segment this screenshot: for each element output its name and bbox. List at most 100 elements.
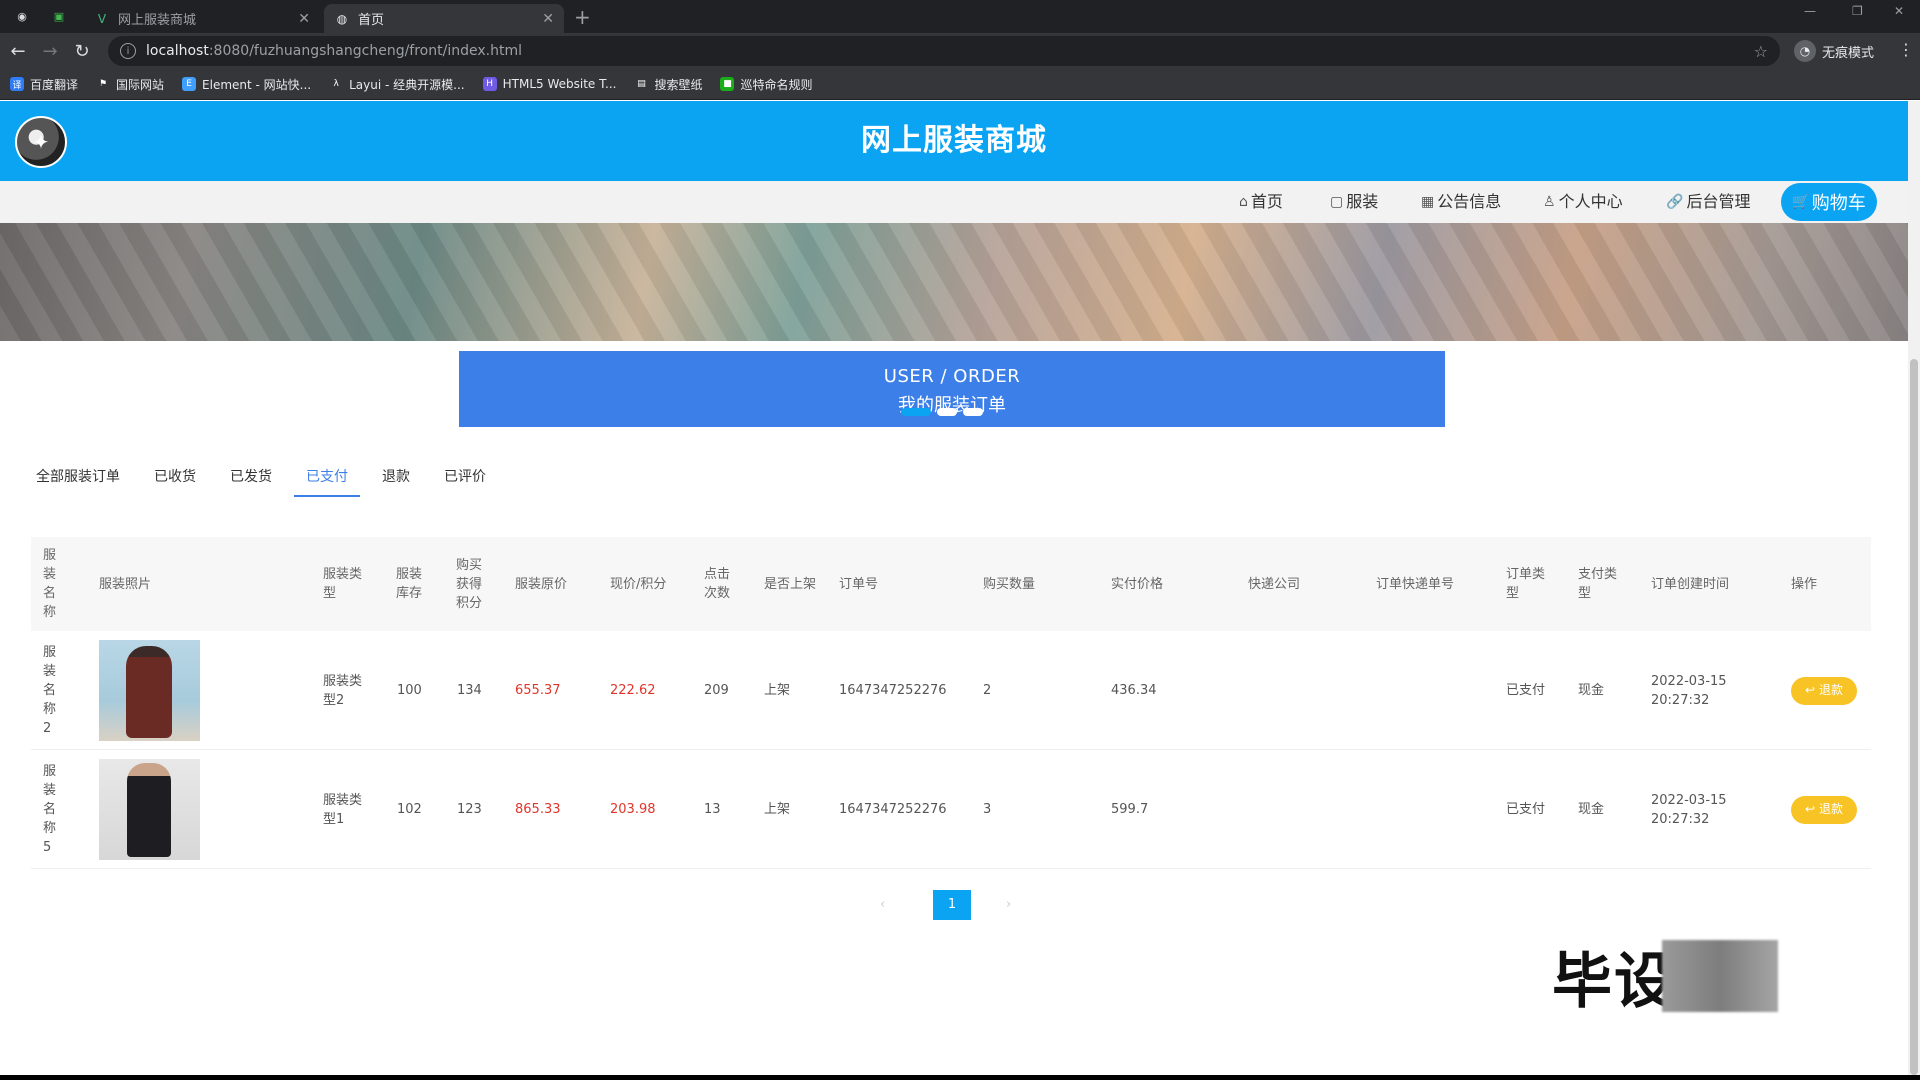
bookmark-label: Layui - 经典开源模...: [349, 77, 465, 92]
col-header: 是否上架: [764, 576, 817, 592]
cell-order-type: 已支付: [1506, 683, 1546, 698]
cell-points: 134: [457, 683, 482, 698]
tab-paid[interactable]: 已支付: [294, 457, 360, 497]
nav-admin[interactable]: 🔗 后台管理: [1666, 181, 1750, 223]
cell-photo[interactable]: [99, 750, 200, 869]
table-row: 服装名称5 服装类型1 102 123 865.33 203.98 13 上架 …: [31, 750, 1871, 869]
col-header: 服装原价: [515, 576, 568, 592]
cell-points: 123: [457, 802, 482, 817]
bookmark-label: 搜索壁纸: [654, 77, 703, 92]
cell-type: 服装类型1: [323, 792, 363, 827]
nav-clothing[interactable]: ▢ 服装: [1330, 181, 1378, 223]
shirt-icon: ▢: [1330, 194, 1344, 210]
cell-action: ↩ 退款: [1791, 750, 1857, 869]
blurred-region: [1662, 940, 1778, 1012]
product-photo[interactable]: [99, 759, 200, 860]
tab-refund[interactable]: 退款: [370, 457, 422, 497]
cell-paid: 599.7: [1111, 802, 1149, 817]
nav-home[interactable]: ⌂ 首页: [1239, 181, 1283, 223]
doc-icon: ■: [720, 77, 735, 91]
nav-announcements[interactable]: ▦ 公告信息: [1421, 181, 1501, 223]
bookmark-label: Element - 网站快...: [202, 77, 312, 92]
bookmark-1[interactable]: 译百度翻译: [10, 76, 78, 93]
refund-button[interactable]: ↩ 退款: [1791, 676, 1857, 705]
bookmark-2[interactable]: ⚑ 国际网站: [96, 76, 164, 93]
tab-all-orders[interactable]: 全部服装订单: [24, 457, 132, 497]
cart-button[interactable]: 🛒 购物车: [1781, 183, 1877, 221]
refund-icon: ↩: [1805, 683, 1816, 697]
cell-action: ↩ 退款: [1791, 631, 1857, 750]
watermark: 毕设: [1552, 939, 1778, 1017]
profile-label: 无痕模式: [1822, 45, 1875, 61]
bookmark-5[interactable]: H HTML5 Website T...: [482, 77, 616, 91]
page-number-current[interactable]: 1: [933, 890, 971, 920]
tab-received[interactable]: 已收货: [142, 457, 208, 497]
scrollbar-thumb[interactable]: [1910, 359, 1918, 1075]
watermark-text: 毕设: [1552, 946, 1676, 1017]
tab-2[interactable]: ◍ 首页 ✕: [324, 4, 564, 33]
col-header: 订单快递单号: [1376, 576, 1455, 592]
cell-photo[interactable]: [99, 631, 200, 750]
col-header: 服装名称: [43, 548, 57, 620]
address-bar[interactable]: i localhost:8080/fuzhuangshangcheng/fron…: [108, 36, 1780, 66]
cell-stock: 102: [397, 802, 422, 817]
bookmark-label: 国际网站: [116, 77, 165, 92]
close-window-icon[interactable]: ✕: [1894, 4, 1904, 18]
nav-label: 公告信息: [1437, 192, 1502, 211]
carousel-dot[interactable]: [963, 408, 983, 416]
bookmark-label: 百度翻译: [30, 77, 79, 92]
new-tab-icon[interactable]: +: [574, 5, 591, 29]
cell-created: 2022-03-15 20:27:32: [1651, 750, 1727, 869]
reload-icon[interactable]: ↻: [70, 39, 94, 63]
element-icon: E: [182, 77, 197, 91]
back-icon[interactable]: ←: [6, 39, 30, 63]
maximize-icon[interactable]: ❐: [1852, 4, 1863, 18]
cell-order-no: 1647347252276: [839, 683, 947, 698]
page-scrollbar[interactable]: [1908, 101, 1920, 1075]
user-icon: ♙: [1543, 194, 1556, 210]
carousel-dot[interactable]: [937, 408, 957, 416]
cell-clicks: 13: [704, 802, 721, 817]
info-icon[interactable]: i: [120, 43, 136, 59]
tab-1[interactable]: V 网上服装商城 ✕: [84, 4, 320, 33]
created-time: 20:27:32: [1651, 692, 1710, 708]
minimize-icon[interactable]: —: [1804, 4, 1816, 18]
col-header: 快递公司: [1248, 576, 1301, 592]
cell-created: 2022-03-15 20:27:32: [1651, 631, 1727, 750]
prev-page-icon[interactable]: ‹: [880, 890, 885, 920]
forward-icon[interactable]: →: [38, 39, 62, 63]
notice-icon: ▦: [1421, 194, 1435, 210]
tab-shipped[interactable]: 已发货: [218, 457, 284, 497]
cell-qty: 3: [983, 802, 992, 817]
nav-label: 个人中心: [1558, 192, 1623, 211]
next-page-icon[interactable]: ›: [1006, 890, 1011, 920]
app-icon[interactable]: ▣: [50, 7, 68, 25]
more-menu-icon[interactable]: ⋮: [1898, 40, 1914, 59]
col-header: 订单类型: [1506, 567, 1546, 601]
browser-menu-icon[interactable]: ◉: [13, 7, 31, 25]
wallpaper-icon: ▤: [637, 79, 646, 89]
cart-icon: 🛒: [1792, 194, 1810, 210]
globe-icon: ◍: [336, 11, 348, 26]
bookmark-3[interactable]: E Element - 网站快...: [182, 76, 311, 93]
close-tab-icon[interactable]: ✕: [542, 11, 554, 27]
created-time: 20:27:32: [1651, 811, 1710, 827]
close-tab-icon[interactable]: ✕: [298, 11, 310, 27]
bookmark-6[interactable]: ▤ 搜索壁纸: [634, 76, 702, 93]
home-icon: ⌂: [1239, 194, 1248, 210]
bookmark-7[interactable]: ■ 巡特命名规则: [720, 76, 812, 93]
cell-order-no: 1647347252276: [839, 802, 947, 817]
col-header: 订单号: [839, 576, 879, 592]
refund-button[interactable]: ↩ 退款: [1791, 795, 1857, 824]
carousel-dot[interactable]: [901, 408, 931, 416]
bookmark-star-icon[interactable]: ☆: [1754, 42, 1768, 61]
tab-reviewed[interactable]: 已评价: [432, 457, 498, 497]
refund-icon: ↩: [1805, 802, 1816, 816]
profile-button[interactable]: ◔ 无痕模式: [1794, 38, 1874, 64]
product-photo[interactable]: [99, 640, 200, 741]
col-header: 购买获得积分: [456, 557, 483, 611]
col-header: 操作: [1791, 576, 1818, 592]
tab-strip: ◉ ▣ V 网上服装商城 ✕ ◍ 首页 ✕ + — ❐ ✕: [0, 0, 1920, 33]
bookmark-4[interactable]: λ Layui - 经典开源模...: [329, 76, 464, 93]
nav-profile[interactable]: ♙ 个人中心: [1543, 181, 1623, 223]
